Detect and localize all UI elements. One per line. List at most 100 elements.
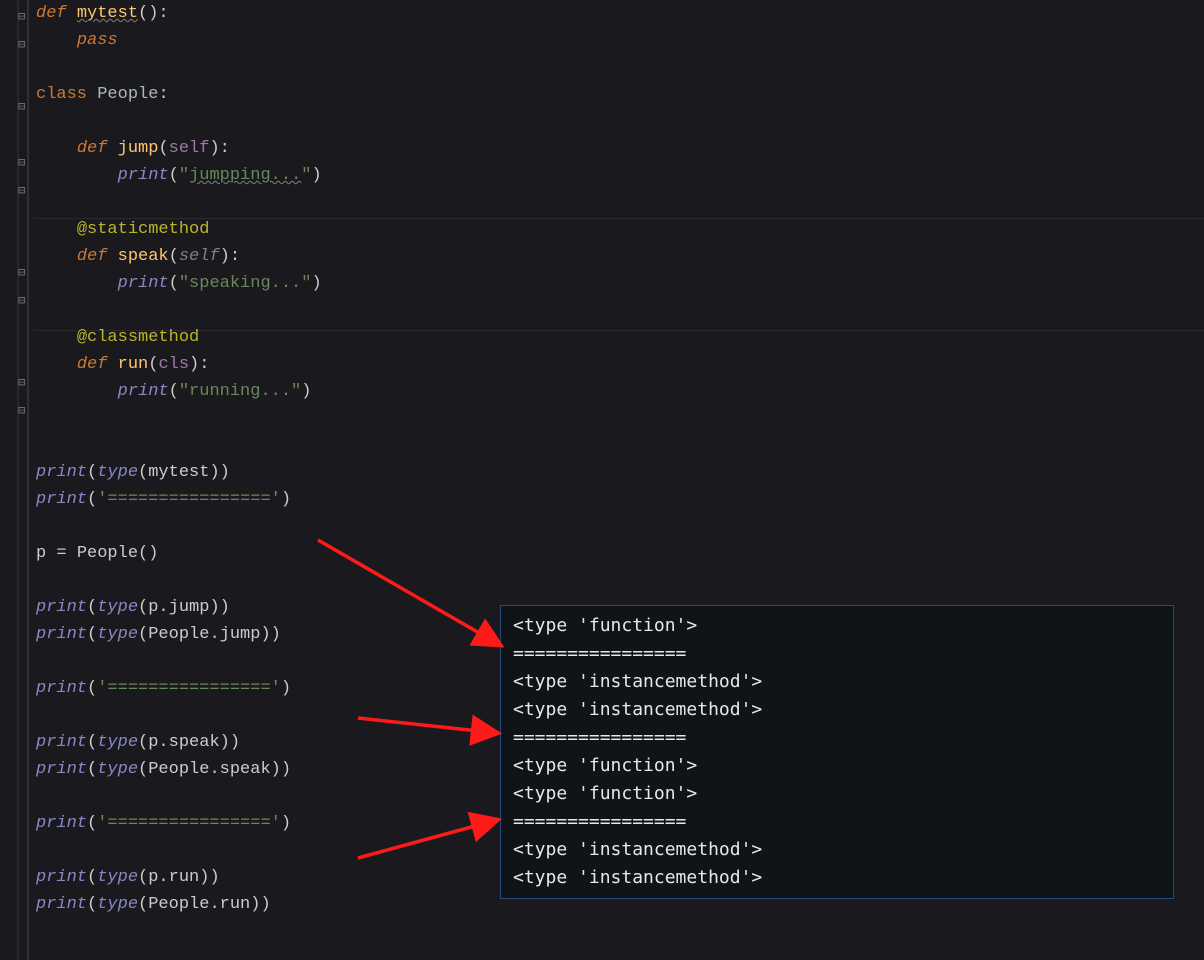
code-token: ( — [87, 490, 97, 509]
code-token: ( — [87, 598, 97, 617]
code-token: class — [36, 85, 97, 104]
code-line[interactable]: print(type(p.run)) — [36, 868, 220, 887]
code-token: ): — [220, 247, 240, 266]
code-line[interactable]: print("speaking...") — [36, 274, 322, 293]
code-token: print — [36, 814, 87, 833]
code-area[interactable]: def mytest(): pass class People: def jum… — [36, 0, 322, 918]
code-editor[interactable]: ⊟⊟⊟⊟⊟⊟⊟⊟⊟ def mytest(): pass class Peopl… — [0, 0, 1204, 960]
code-token: ): — [209, 139, 229, 158]
code-token: ( — [87, 895, 97, 914]
code-token: ( — [87, 679, 97, 698]
code-token: ( — [169, 166, 179, 185]
code-token: ( — [87, 760, 97, 779]
code-token: def — [77, 139, 118, 158]
code-token: jumpping... — [189, 166, 301, 185]
fold-icon[interactable]: ⊟ — [18, 94, 25, 121]
code-token: print — [118, 382, 169, 401]
fold-icon[interactable]: ⊟ — [18, 178, 25, 205]
code-token: '================' — [97, 490, 281, 509]
code-line[interactable]: print(type(People.run)) — [36, 895, 271, 914]
code-token: (p.jump)) — [138, 598, 230, 617]
code-token: pass — [77, 31, 118, 50]
code-token: ( — [169, 382, 179, 401]
code-line[interactable]: print(type(p.speak)) — [36, 733, 240, 752]
method-separator — [34, 218, 1204, 219]
code-token: (p.speak)) — [138, 733, 240, 752]
code-line[interactable]: class People: — [36, 85, 169, 104]
code-line[interactable]: print(type(People.jump)) — [36, 625, 281, 644]
code-token: (People.run)) — [138, 895, 271, 914]
code-line[interactable]: print('================') — [36, 490, 291, 509]
code-token: speak — [118, 247, 169, 266]
code-token: @staticmethod — [77, 220, 210, 239]
code-line[interactable]: print(type(People.speak)) — [36, 760, 291, 779]
code-token: : — [158, 85, 168, 104]
code-line[interactable]: p = People() — [36, 544, 158, 563]
code-line[interactable]: print('================') — [36, 814, 291, 833]
code-token: (mytest)) — [138, 463, 230, 482]
code-token: run — [118, 355, 149, 374]
code-token: People() — [77, 544, 159, 563]
code-line[interactable]: print('================') — [36, 679, 291, 698]
code-token: " — [179, 166, 189, 185]
fold-icon[interactable]: ⊟ — [18, 288, 25, 315]
code-token: type — [97, 625, 138, 644]
fold-icon[interactable]: ⊟ — [18, 398, 25, 425]
code-token: ) — [281, 679, 291, 698]
code-line[interactable]: @staticmethod — [36, 220, 209, 239]
code-token: (): — [138, 4, 169, 23]
output-panel: <type 'function'> ================ <type… — [500, 605, 1174, 899]
code-token: mytest — [77, 4, 138, 23]
code-token: print — [118, 274, 169, 293]
code-token: '================' — [97, 679, 281, 698]
code-line[interactable]: def mytest(): — [36, 4, 169, 23]
code-line[interactable]: def speak(self): — [36, 247, 240, 266]
code-token: ) — [281, 490, 291, 509]
code-token: print — [36, 895, 87, 914]
code-token: ( — [158, 139, 168, 158]
code-token: ) — [301, 382, 311, 401]
code-line[interactable]: def run(cls): — [36, 355, 209, 374]
code-token: jump — [118, 139, 159, 158]
code-token: type — [97, 463, 138, 482]
code-token: ) — [311, 274, 321, 293]
code-line[interactable]: pass — [36, 31, 118, 50]
code-token: "running..." — [179, 382, 301, 401]
fold-icon[interactable]: ⊟ — [18, 260, 25, 287]
code-token: People — [97, 85, 158, 104]
code-token: '================' — [97, 814, 281, 833]
code-token: print — [36, 679, 87, 698]
code-token: print — [36, 463, 87, 482]
code-token: type — [97, 598, 138, 617]
code-token: ): — [189, 355, 209, 374]
code-token: def — [77, 247, 118, 266]
code-token: ( — [87, 868, 97, 887]
code-token: print — [36, 490, 87, 509]
code-token: ( — [169, 247, 179, 266]
code-token: ) — [311, 166, 321, 185]
code-token: type — [97, 868, 138, 887]
code-line[interactable]: print("running...") — [36, 382, 311, 401]
code-line[interactable]: print(type(p.jump)) — [36, 598, 230, 617]
code-token: print — [118, 166, 169, 185]
code-line[interactable]: def jump(self): — [36, 139, 230, 158]
code-token: ( — [87, 463, 97, 482]
code-token: type — [97, 895, 138, 914]
code-token: print — [36, 868, 87, 887]
code-line[interactable]: print("jumpping...") — [36, 166, 322, 185]
code-token: print — [36, 598, 87, 617]
fold-icon[interactable]: ⊟ — [18, 32, 25, 59]
output-text: <type 'function'> ================ <type… — [513, 612, 1161, 892]
code-token: type — [97, 733, 138, 752]
code-token: ( — [87, 814, 97, 833]
code-token: (People.jump)) — [138, 625, 281, 644]
fold-icon[interactable]: ⊟ — [18, 370, 25, 397]
code-token: def — [77, 355, 118, 374]
arrow-annotation — [358, 820, 497, 858]
fold-icon[interactable]: ⊟ — [18, 4, 25, 31]
code-token: ( — [87, 625, 97, 644]
code-token: print — [36, 733, 87, 752]
fold-icon[interactable]: ⊟ — [18, 150, 25, 177]
code-line[interactable]: print(type(mytest)) — [36, 463, 230, 482]
method-separator — [34, 330, 1204, 331]
